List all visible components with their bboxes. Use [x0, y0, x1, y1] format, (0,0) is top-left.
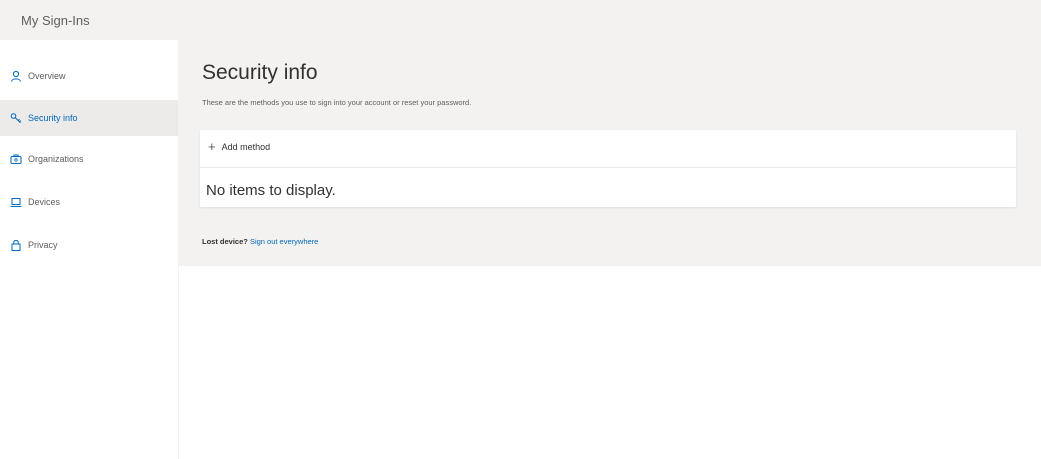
- methods-card: + Add method No items to display.: [200, 130, 1016, 207]
- plus-icon: +: [208, 139, 216, 154]
- sidebar-item-devices[interactable]: Devices: [0, 184, 178, 220]
- sidebar: Overview Security info Organizations Dev…: [0, 40, 178, 459]
- person-icon: [10, 70, 22, 82]
- sidebar-item-label: Organizations: [28, 154, 84, 164]
- app-title[interactable]: My Sign-Ins: [21, 13, 90, 28]
- sidebar-item-label: Overview: [28, 71, 66, 81]
- lost-device-row: Lost device? Sign out everywhere: [202, 237, 318, 246]
- sidebar-item-privacy[interactable]: Privacy: [0, 227, 178, 263]
- briefcase-icon: [10, 153, 22, 165]
- sidebar-item-organizations[interactable]: Organizations: [0, 141, 178, 177]
- sidebar-divider: [178, 266, 179, 459]
- page-subtitle: These are the methods you use to sign in…: [202, 98, 472, 107]
- lost-device-label: Lost device?: [202, 237, 248, 246]
- sidebar-item-overview[interactable]: Overview: [0, 58, 178, 94]
- empty-state-message: No items to display.: [206, 182, 336, 199]
- top-bar: My Sign-Ins: [0, 0, 1041, 40]
- sidebar-item-label: Devices: [28, 197, 61, 207]
- sign-out-everywhere-link[interactable]: Sign out everywhere: [250, 237, 318, 246]
- divider: [200, 167, 1016, 168]
- add-method-button[interactable]: + Add method: [208, 140, 270, 153]
- laptop-icon: [10, 196, 22, 208]
- key-icon: [10, 112, 22, 124]
- sidebar-item-label: Privacy: [28, 240, 58, 250]
- sidebar-item-security-info[interactable]: Security info: [0, 100, 178, 136]
- lock-icon: [10, 239, 22, 251]
- sidebar-item-label: Security info: [28, 113, 78, 123]
- page-title: Security info: [202, 61, 318, 84]
- add-method-label: Add method: [221, 141, 271, 152]
